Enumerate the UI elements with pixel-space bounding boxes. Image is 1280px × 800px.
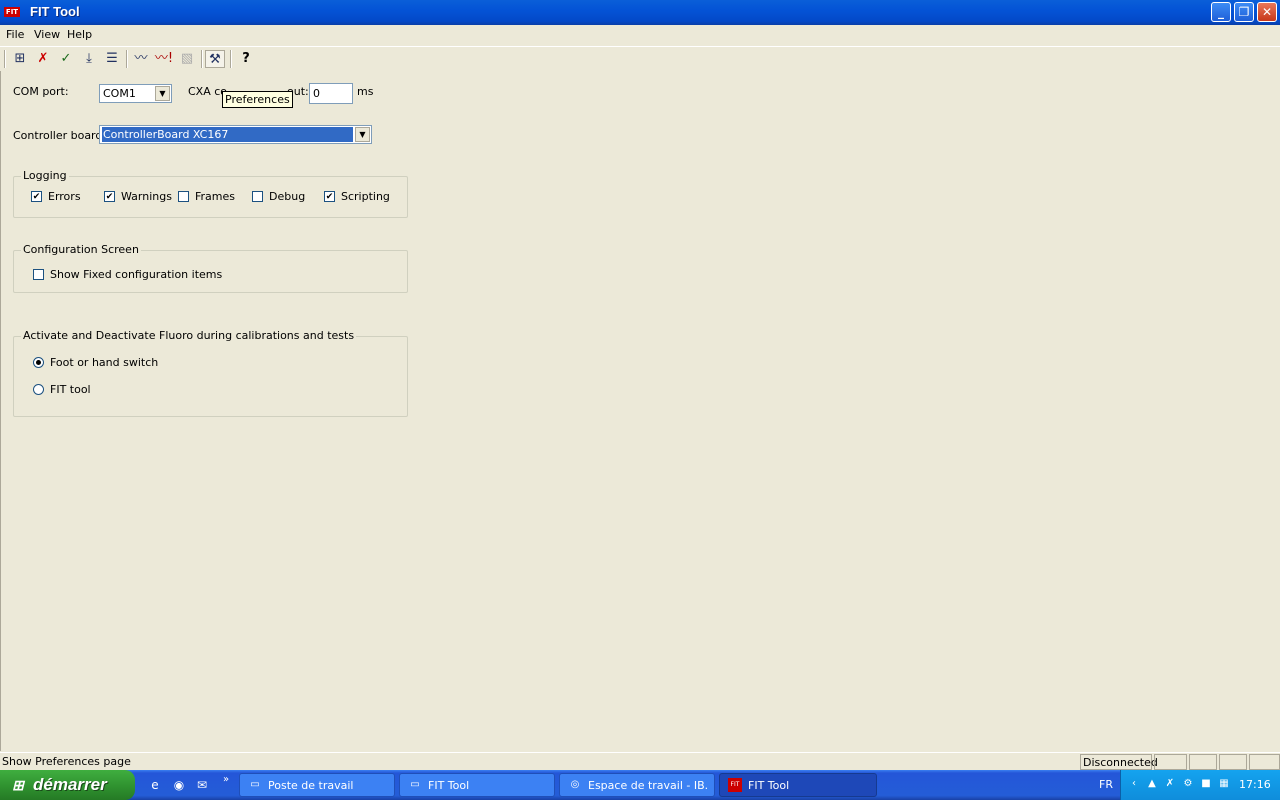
controller-board-label: Controller board: — [13, 129, 107, 142]
antivirus-icon[interactable]: ✗ — [1163, 777, 1177, 791]
firewall-icon[interactable]: ▦ — [1217, 777, 1231, 791]
configuration-screen-title: Configuration Screen — [21, 243, 141, 256]
windows-flag-icon: ⊞ — [12, 777, 24, 793]
fit-app-icon: FIT — [4, 7, 20, 17]
frames-checkbox[interactable] — [178, 191, 189, 202]
connection-status-pane: Disconnected — [1080, 754, 1158, 770]
taskbar: ⊞ démarrer e ◉ ✉ » ▭ Poste de travail ▭ … — [0, 770, 1280, 800]
chevron-down-icon[interactable]: ▼ — [355, 127, 370, 142]
toolbar: ⊞ ✗ ✓ ⤓ ☰ 〰 〰! ▧ ⚒ ? — [0, 46, 1280, 72]
show-fixed-checkbox[interactable] — [33, 269, 44, 280]
fluoro-group: Activate and Deactivate Fluoro during ca… — [13, 329, 408, 417]
connection-status: Disconnected — [1083, 756, 1158, 769]
chart-disabled-icon: ▧ — [180, 51, 194, 66]
acrobat-icon[interactable]: ▲ — [1145, 777, 1159, 791]
show-fixed-label: Show Fixed configuration items — [50, 268, 223, 281]
task-label: Poste de travail — [268, 779, 354, 792]
mail-icon[interactable]: ✉ — [194, 777, 210, 793]
foot-hand-switch-radio[interactable] — [33, 357, 44, 368]
status-pane — [1249, 754, 1280, 770]
download-icon[interactable]: ⤓ — [79, 50, 99, 68]
task-label: FIT Tool — [428, 779, 470, 792]
status-pane — [1189, 754, 1217, 770]
foot-hand-switch-label: Foot or hand switch — [50, 356, 159, 369]
chevron-right-icon[interactable]: » — [218, 772, 234, 788]
cross-check-icon[interactable]: ✗ — [33, 50, 53, 68]
graph-icon[interactable]: 〰 — [131, 50, 151, 68]
close-button[interactable]: ✕ — [1257, 2, 1277, 22]
debug-label: Debug — [269, 190, 306, 203]
task-label: FIT Tool — [748, 779, 790, 792]
logging-group: Logging Errors Warnings Frames Debug Scr… — [13, 169, 408, 218]
folder-icon: ▭ — [410, 779, 420, 790]
status-pane — [1154, 754, 1187, 770]
status-bar: Show Preferences page Disconnected — [0, 752, 1280, 771]
script-icon[interactable]: ☰ — [102, 50, 122, 68]
task-espace-de-travail[interactable]: ◎ Espace de travail - IB... — [559, 773, 715, 797]
title-bar: FIT FIT Tool _ ❐ ✕ — [0, 0, 1280, 25]
cxa-unit-label: ms — [357, 85, 374, 98]
folder-icon: ▭ — [250, 779, 260, 790]
task-fit-tool-folder[interactable]: ▭ FIT Tool — [399, 773, 555, 797]
controller-board-value: ControllerBoard XC167 — [102, 127, 353, 142]
clock: 17:16 — [1239, 778, 1271, 791]
window-title: FIT Tool — [30, 4, 80, 19]
chevron-left-icon[interactable]: ‹ — [1127, 777, 1141, 791]
warnings-label: Warnings — [121, 190, 172, 203]
preferences-panel: COM port: COM1 ▼ CXA co out: 0 ms Prefer… — [0, 71, 1280, 751]
errors-checkbox[interactable] — [31, 191, 42, 202]
status-text: Show Preferences page — [2, 755, 131, 768]
errors-label: Errors — [48, 190, 81, 203]
task-fit-tool-active[interactable]: FIT FIT Tool — [719, 773, 877, 797]
fit-icon: FIT — [728, 778, 742, 792]
system-tray: FR ‹ ▲ ✗ ⚙ ■ ▦ 17:16 — [1099, 770, 1280, 800]
scripting-label: Scripting — [341, 190, 390, 203]
network-icon[interactable]: ⚙ — [1181, 777, 1195, 791]
fluoro-title: Activate and Deactivate Fluoro during ca… — [21, 329, 357, 342]
graph-alert-icon[interactable]: 〰! — [154, 50, 174, 68]
start-button[interactable]: ⊞ démarrer — [0, 770, 135, 800]
cxa-timeout-input[interactable]: 0 — [309, 83, 353, 104]
chrome-icon[interactable]: ◉ — [171, 777, 187, 793]
menu-bar: File View Help — [0, 25, 1280, 45]
frames-label: Frames — [195, 190, 236, 203]
minimize-button[interactable]: _ — [1211, 2, 1231, 22]
app-icon: ◎ — [570, 779, 580, 790]
language-indicator[interactable]: FR — [1099, 778, 1113, 791]
cxa-timeout-value: 0 — [313, 87, 320, 100]
check-icon[interactable]: ✓ — [56, 50, 76, 68]
controller-board-select[interactable]: ControllerBoard XC167 ▼ — [99, 125, 372, 144]
task-label: Espace de travail - IB... — [588, 779, 708, 792]
debug-checkbox[interactable] — [252, 191, 263, 202]
com-port-select[interactable]: COM1 ▼ — [99, 84, 172, 103]
com-port-label: COM port: — [13, 85, 69, 98]
warnings-checkbox[interactable] — [104, 191, 115, 202]
logging-title: Logging — [21, 169, 69, 182]
fit-tool-radio[interactable] — [33, 384, 44, 395]
task-poste-de-travail[interactable]: ▭ Poste de travail — [239, 773, 395, 797]
chevron-down-icon[interactable]: ▼ — [155, 86, 170, 101]
ie-icon[interactable]: e — [147, 777, 163, 793]
com-port-value: COM1 — [103, 87, 136, 100]
fit-tool-label: FIT tool — [50, 383, 91, 396]
start-label: démarrer — [33, 775, 107, 794]
help-icon[interactable]: ? — [236, 50, 256, 68]
connect-icon[interactable]: ⊞ — [10, 50, 30, 68]
menu-view[interactable]: View — [34, 28, 60, 41]
off-icon[interactable]: ■ — [1199, 777, 1213, 791]
preferences-tooltip: Preferences — [222, 91, 293, 108]
scripting-checkbox[interactable] — [324, 191, 335, 202]
menu-help[interactable]: Help — [67, 28, 92, 41]
menu-file[interactable]: File — [6, 28, 24, 41]
configuration-screen-group: Configuration Screen Show Fixed configur… — [13, 243, 408, 293]
restore-button[interactable]: ❐ — [1234, 2, 1254, 22]
hammer-icon[interactable]: ⚒ — [205, 50, 225, 68]
status-pane — [1219, 754, 1247, 770]
